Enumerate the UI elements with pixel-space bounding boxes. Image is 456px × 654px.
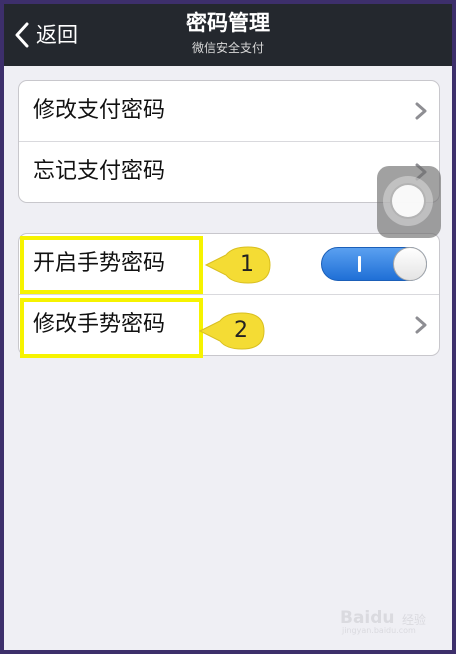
toggle-on-mark — [358, 256, 361, 272]
navigation-bar: 返回 密码管理 微信安全支付 — [4, 4, 452, 66]
callout-number: 1 — [240, 252, 254, 277]
watermark-url: jingyan.baidu.com — [342, 626, 416, 635]
gesture-password-toggle[interactable] — [321, 247, 427, 281]
highlight-box-1 — [20, 236, 203, 294]
watermark-brand: Baidu — [340, 608, 395, 628]
change-payment-password-row[interactable]: 修改支付密码 — [19, 81, 439, 142]
toggle-knob — [393, 247, 427, 281]
highlight-box-2 — [20, 298, 203, 358]
row-label: 修改支付密码 — [33, 98, 166, 123]
assistive-touch-button[interactable] — [377, 166, 441, 238]
app-screen: 返回 密码管理 微信安全支付 修改支付密码 忘记支付密码 开启手势密码 修改手势… — [4, 4, 452, 650]
page-subtitle: 微信安全支付 — [191, 41, 264, 55]
callout-1: 1 — [204, 245, 274, 285]
chevron-right-icon — [415, 102, 427, 120]
assistive-touch-inner-ring — [390, 183, 426, 219]
page-title: 密码管理 — [186, 11, 270, 35]
callout-2: 2 — [198, 311, 268, 351]
row-label: 忘记支付密码 — [33, 159, 166, 184]
forgot-payment-password-row[interactable]: 忘记支付密码 — [19, 142, 439, 202]
chevron-right-icon — [415, 316, 427, 334]
baidu-watermark: Baidu 经验 jingyan.baidu.com — [340, 600, 440, 640]
callout-number: 2 — [234, 318, 248, 343]
